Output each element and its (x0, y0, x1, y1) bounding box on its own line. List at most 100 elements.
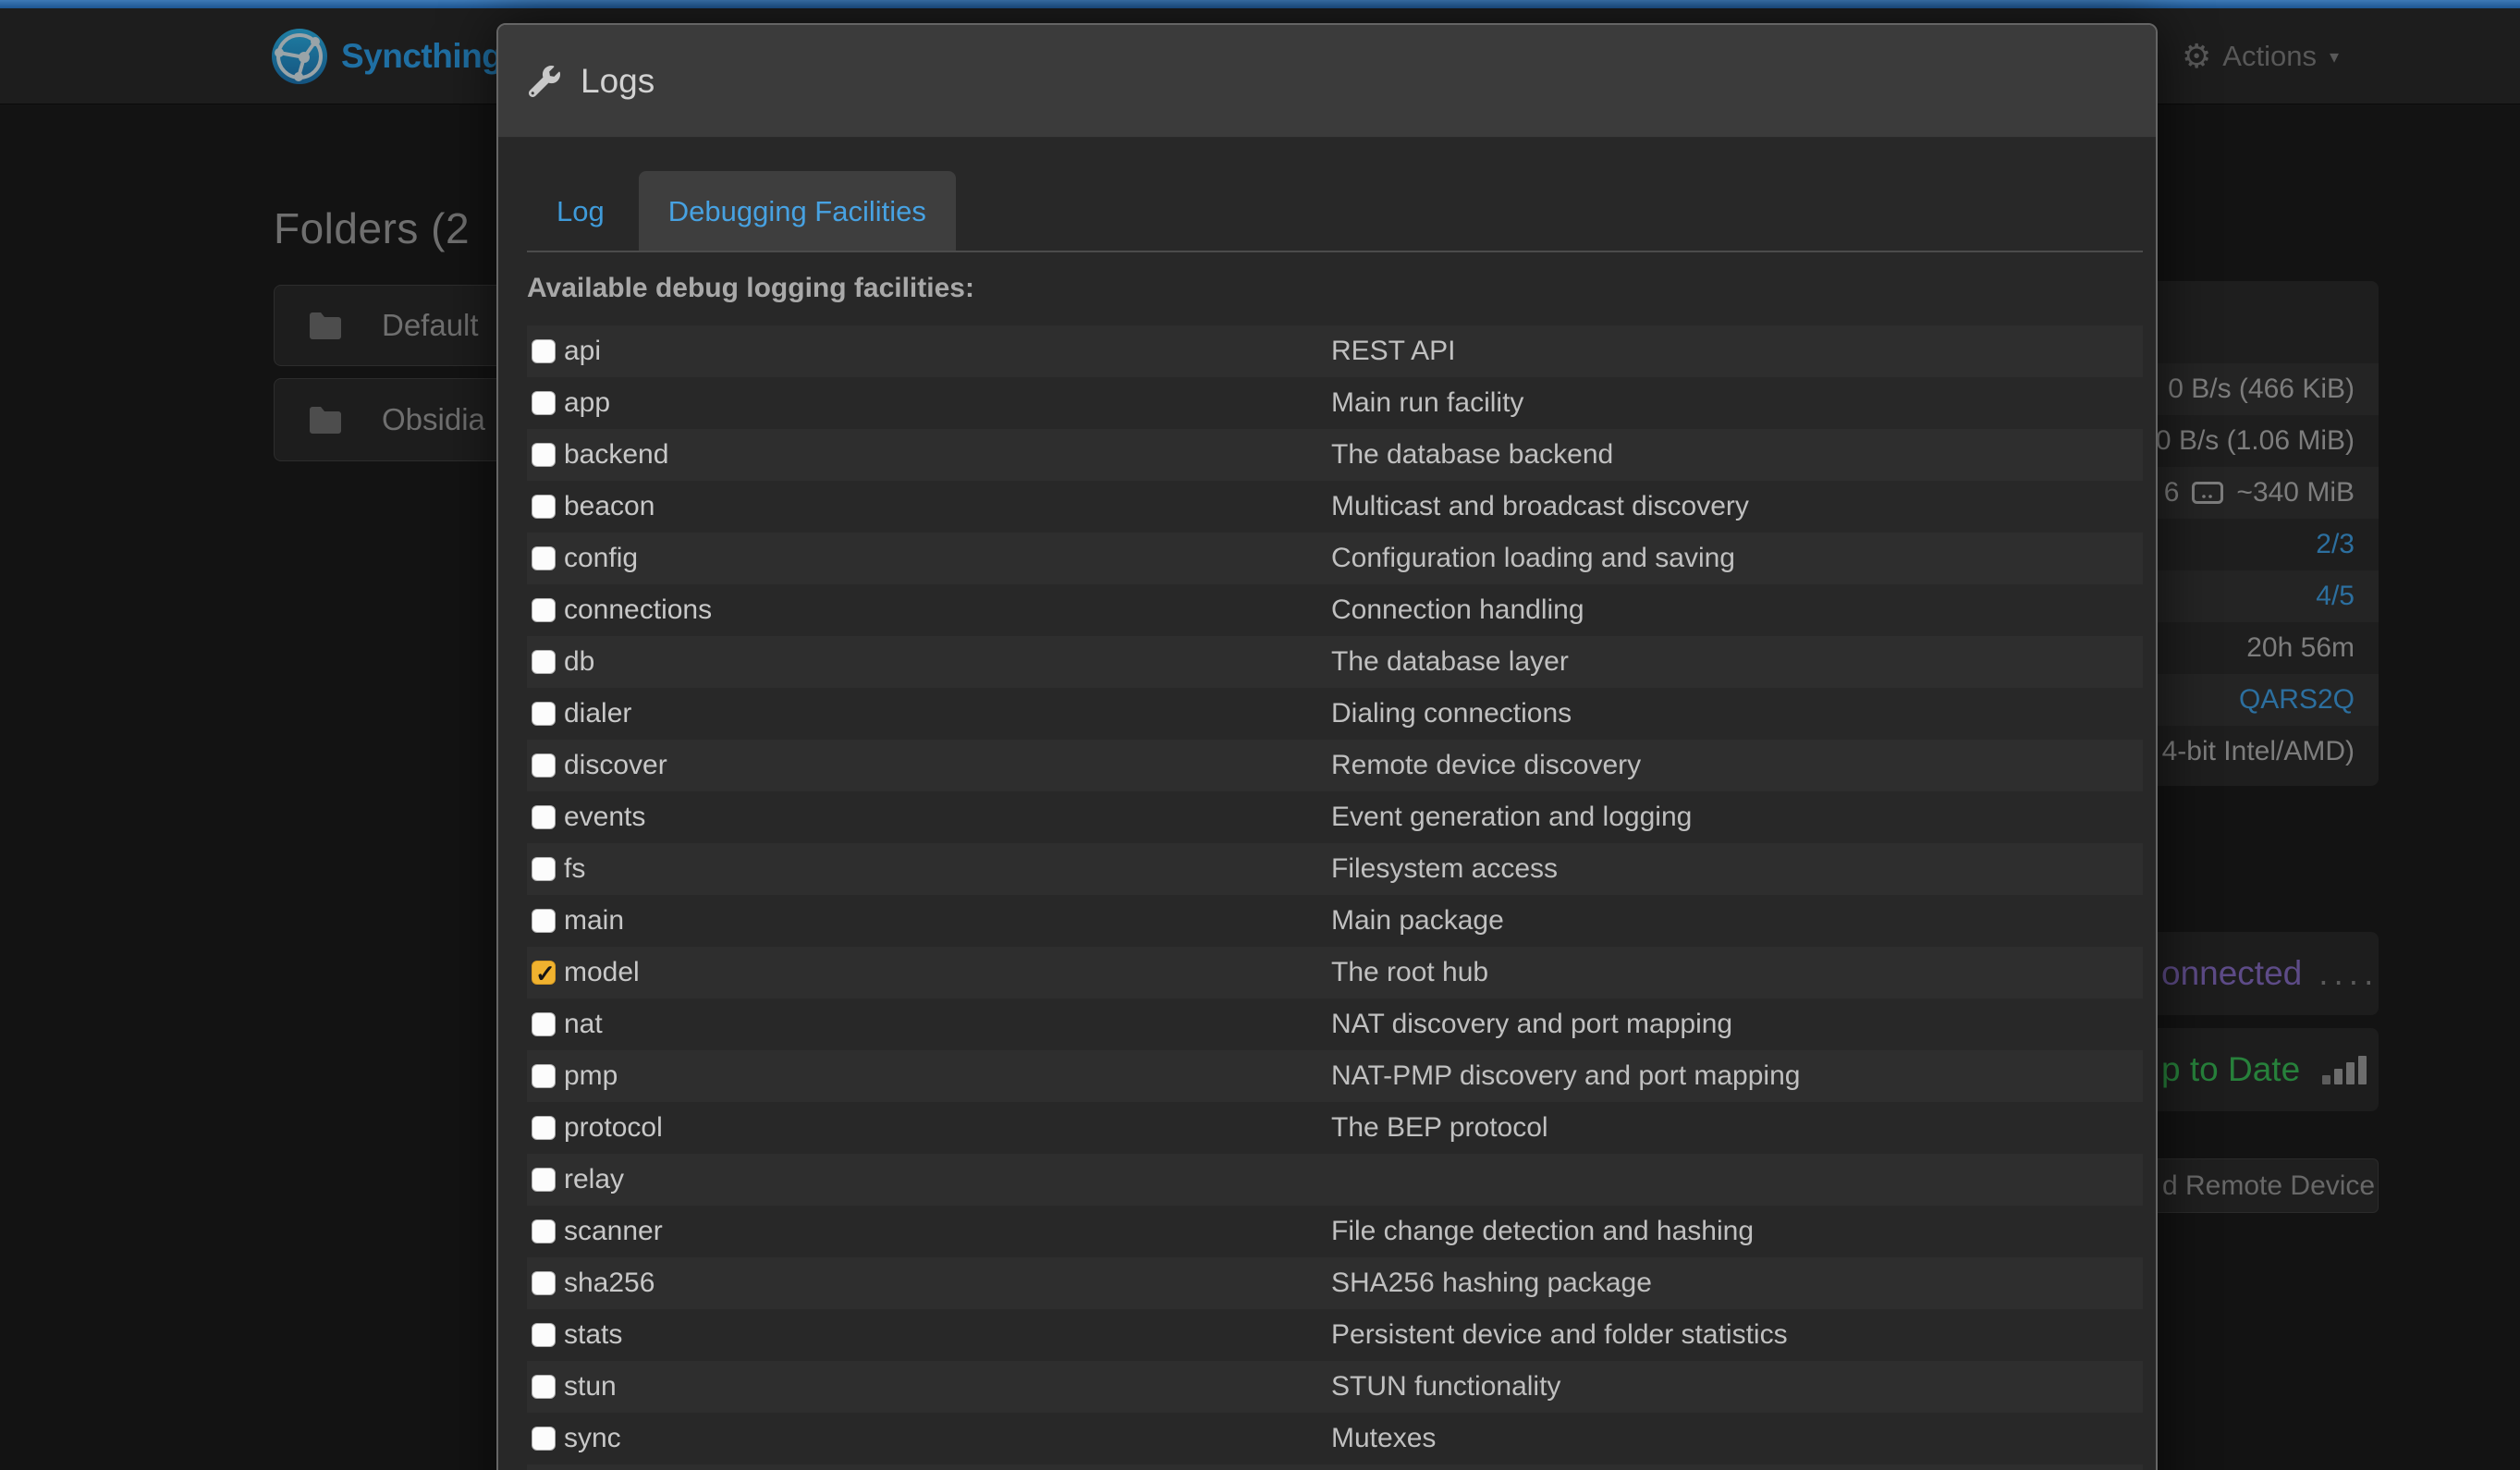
facility-checkbox-relay[interactable] (532, 1168, 556, 1192)
facility-name: discover (564, 740, 667, 791)
tab-debugging-facilities[interactable]: Debugging Facilities (639, 171, 956, 251)
facility-description: Connection handling (1331, 584, 1584, 636)
facility-row: db The database layer (527, 636, 2143, 688)
disconnected-status: onnected (2161, 954, 2302, 993)
facility-description: NAT-PMP discovery and port mapping (1331, 1050, 1800, 1102)
facility-checkbox-stats[interactable] (532, 1323, 556, 1347)
facility-description: REST API (1331, 325, 1456, 377)
facility-row: scannerFile change detection and hashing (527, 1206, 2143, 1257)
facility-name: fs (564, 843, 585, 895)
facility-checkbox-sync[interactable] (532, 1427, 556, 1451)
brand-title: Syncthing (341, 37, 502, 76)
facility-checkbox-main[interactable] (532, 909, 556, 933)
facility-name: dialer (564, 688, 631, 740)
facility-row: nat NAT discovery and port mapping (527, 998, 2143, 1050)
facility-checkbox-events[interactable] (532, 805, 556, 829)
facility-checkbox-protocol[interactable] (532, 1116, 556, 1140)
tab-log[interactable]: Log (527, 171, 634, 251)
facility-name: model (564, 947, 640, 998)
facility-row: beaconMulticast and broadcast discovery (527, 481, 2143, 533)
facility-description: Multicast and broadcast discovery (1331, 481, 1749, 533)
folder-name: Obsidia (382, 402, 485, 437)
facility-description: Event generation and logging (1331, 791, 1692, 843)
facility-name: sync (564, 1413, 621, 1464)
facility-name: config (564, 533, 638, 584)
facility-description: NAT discovery and port mapping (1331, 998, 1732, 1050)
top-accent-bar (0, 0, 2520, 8)
facility-checkbox-connections[interactable] (532, 598, 556, 622)
facility-checkbox-discover[interactable] (532, 753, 556, 778)
facility-checkbox-nat[interactable] (532, 1012, 556, 1036)
facility-row: stun STUN functionality (527, 1361, 2143, 1413)
facility-description: Filesystem access (1331, 843, 1558, 895)
facility-row: relay (527, 1154, 2143, 1206)
logs-modal-header: Logs (498, 25, 2156, 138)
facility-name: stun (564, 1361, 617, 1413)
facility-description: The database layer (1331, 636, 1569, 688)
facility-name: main (564, 895, 624, 947)
facility-description: File change detection and hashing (1331, 1206, 1754, 1257)
facility-checkbox-db[interactable] (532, 650, 556, 674)
facility-checkbox-app[interactable] (532, 391, 556, 415)
facility-checkbox-api[interactable] (532, 339, 556, 363)
signal-bars-icon (2322, 1055, 2367, 1084)
actions-menu-button[interactable]: ⚙ Actions ▾ (2182, 8, 2339, 104)
facility-checkbox-fs[interactable] (532, 857, 556, 881)
facility-row: sync Mutexes (527, 1413, 2143, 1464)
facility-name: connections (564, 584, 712, 636)
facilities-table: api REST APIappMain run facilitybackend Th… (527, 325, 2143, 1470)
facility-row: backend The database backend (527, 429, 2143, 481)
facility-row: fs Filesystem access (527, 843, 2143, 895)
facility-name: backend (564, 429, 668, 481)
facility-row: main Main package (527, 895, 2143, 947)
modal-tabs: Log Debugging Facilities (527, 171, 2143, 252)
facility-checkbox-pmp[interactable] (532, 1064, 556, 1088)
facility-description: Configuration loading and saving (1331, 533, 1735, 584)
up-to-date-status: p to Date (2161, 1050, 2300, 1089)
facility-checkbox-backend[interactable] (532, 443, 556, 467)
facility-row-partial (527, 1464, 2143, 1470)
facility-row: eventsEvent generation and logging (527, 791, 2143, 843)
facility-row: config Configuration loading and saving (527, 533, 2143, 584)
facility-name: relay (564, 1154, 624, 1206)
facility-checkbox-beacon[interactable] (532, 495, 556, 519)
facility-checkbox-scanner[interactable] (532, 1219, 556, 1243)
facility-description: Persistent device and folder statistics (1331, 1309, 1788, 1361)
facility-checkbox-config[interactable] (532, 546, 556, 570)
facility-description: Dialing connections (1331, 688, 1572, 740)
facility-description: Main package (1331, 895, 1504, 947)
facility-checkbox-stun[interactable] (532, 1375, 556, 1399)
facility-description: Mutexes (1331, 1413, 1436, 1464)
facility-name: pmp (564, 1050, 618, 1102)
facility-checkbox-dialer[interactable] (532, 702, 556, 726)
facility-name: api (564, 325, 601, 377)
facility-row: pmp NAT-PMP discovery and port mapping (527, 1050, 2143, 1102)
modal-title: Logs (581, 62, 654, 101)
actions-label: Actions (2222, 40, 2317, 73)
dotted-underline: .... (2318, 954, 2379, 993)
facility-name: db (564, 636, 594, 688)
facility-name: nat (564, 998, 603, 1050)
facility-description: The database backend (1331, 429, 1613, 481)
facility-checkbox-model[interactable] (532, 961, 556, 985)
facility-row: sha256SHA256 hashing package (527, 1257, 2143, 1309)
facility-checkbox-sha256[interactable] (532, 1271, 556, 1295)
syncthing-logo-icon (271, 28, 328, 85)
folder-icon (308, 406, 343, 434)
facility-description: The root hub (1331, 947, 1488, 998)
chevron-down-icon: ▾ (2330, 45, 2339, 68)
syncthing-brand[interactable]: Syncthing (271, 27, 502, 86)
facility-row: statsPersistent device and folder statis… (527, 1309, 2143, 1361)
logs-modal: Logs Log Debugging Facilities Available … (496, 23, 2158, 1470)
folder-icon (308, 312, 343, 339)
folders-heading: Folders (2 (274, 203, 470, 253)
facility-row: model The root hub (527, 947, 2143, 998)
facility-description: The BEP protocol (1331, 1102, 1548, 1154)
facility-name: app (564, 377, 610, 429)
facility-row: appMain run facility (527, 377, 2143, 429)
facility-description: STUN functionality (1331, 1361, 1560, 1413)
facility-row: dialer Dialing connections (527, 688, 2143, 740)
wrench-icon (529, 66, 560, 97)
folder-name: Default (382, 308, 479, 343)
facility-row: api REST API (527, 325, 2143, 377)
